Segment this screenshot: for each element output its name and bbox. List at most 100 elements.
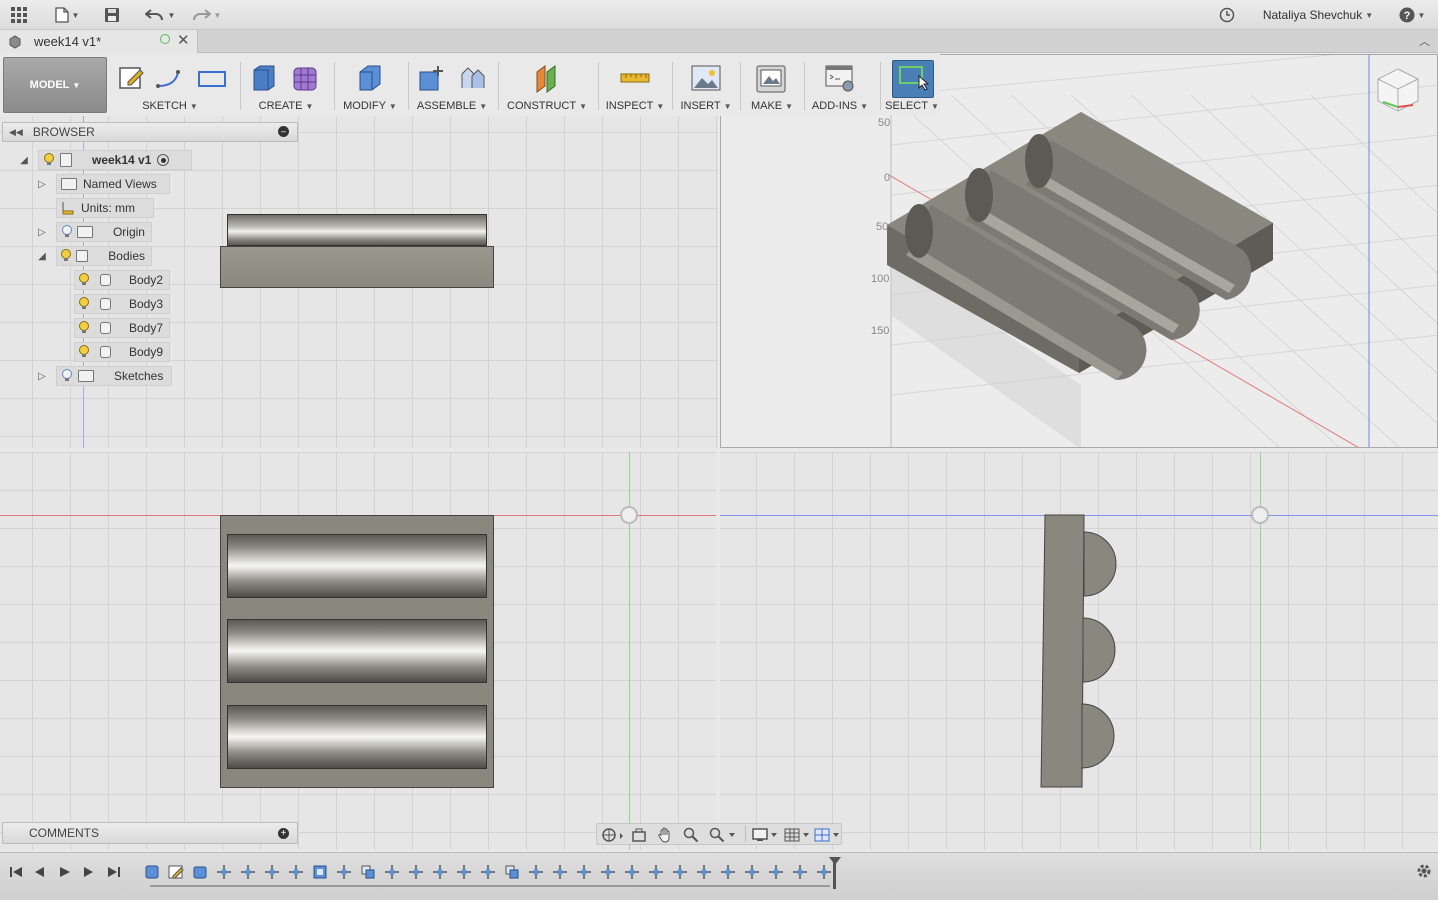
- timeline-combine-icon[interactable]: [312, 864, 328, 880]
- timeline-settings-gear-icon[interactable]: [1416, 863, 1432, 879]
- user-menu[interactable]: Nataliya Shevchuk ▼: [1262, 5, 1374, 25]
- modify-group[interactable]: MODIFY ▼: [338, 54, 402, 116]
- insert-group[interactable]: INSERT ▼: [678, 54, 734, 116]
- timeline-move-icon[interactable]: [384, 864, 400, 880]
- expand-triangle-icon[interactable]: ▷: [36, 226, 48, 238]
- add-ins-group[interactable]: ADD-INS ▼: [808, 54, 872, 116]
- help-menu[interactable]: ? ▼: [1396, 5, 1428, 25]
- undo-button[interactable]: ▼: [142, 5, 178, 25]
- step-forward-icon[interactable]: [80, 864, 96, 880]
- create-group[interactable]: CREATE ▼: [246, 54, 326, 116]
- collapse-triangle-icon[interactable]: ◢: [18, 154, 30, 166]
- timeline-move-icon[interactable]: [648, 864, 664, 880]
- collapse-tabs-icon[interactable]: ︿: [1419, 33, 1430, 49]
- timeline-copy-icon[interactable]: [504, 864, 520, 880]
- browser-item-units[interactable]: Units: mm: [56, 198, 154, 218]
- go-to-end-icon[interactable]: [106, 864, 122, 880]
- timeline-move-icon[interactable]: [240, 864, 256, 880]
- timeline-marker-head[interactable]: [829, 857, 841, 865]
- timeline-move-icon[interactable]: [528, 864, 544, 880]
- collapse-browser-icon[interactable]: ◀◀: [9, 127, 23, 138]
- timeline-move-icon[interactable]: [696, 864, 712, 880]
- browser-root-node[interactable]: week14 v1: [38, 150, 192, 170]
- browser-item-bodies[interactable]: Bodies: [56, 246, 152, 266]
- activate-radio-icon[interactable]: [157, 154, 170, 166]
- document-tab[interactable]: week14 v1* ✕: [0, 30, 198, 53]
- play-icon[interactable]: [56, 864, 72, 880]
- timeline-move-icon[interactable]: [264, 864, 280, 880]
- timeline-move-icon[interactable]: [456, 864, 472, 880]
- viewport-side[interactable]: [720, 452, 1438, 850]
- timeline-move-icon[interactable]: [552, 864, 568, 880]
- light-bulb-on-icon[interactable]: [78, 273, 90, 287]
- add-comment-icon[interactable]: +: [278, 828, 289, 839]
- side-profile: [1040, 514, 1117, 788]
- step-back-icon[interactable]: [32, 864, 48, 880]
- assemble-group[interactable]: ASSEMBLE ▼: [414, 54, 490, 116]
- close-tab-icon[interactable]: ✕: [177, 31, 190, 49]
- timeline-move-icon[interactable]: [816, 864, 832, 880]
- display-settings-icon[interactable]: [751, 827, 779, 843]
- timeline-move-icon[interactable]: [720, 864, 736, 880]
- timeline-move-icon[interactable]: [216, 864, 232, 880]
- expand-triangle-icon[interactable]: ▷: [36, 370, 48, 382]
- pan-hand-icon[interactable]: [657, 827, 673, 843]
- fit-zoom-icon[interactable]: [709, 827, 737, 843]
- light-bulb-on-icon[interactable]: [78, 321, 90, 335]
- timeline-move-icon[interactable]: [600, 864, 616, 880]
- comments-panel-header[interactable]: COMMENTS +: [2, 822, 298, 844]
- timeline-move-icon[interactable]: [744, 864, 760, 880]
- timeline-move-icon[interactable]: [768, 864, 784, 880]
- light-bulb-on-icon[interactable]: [60, 249, 72, 263]
- timeline-move-icon[interactable]: [336, 864, 352, 880]
- browser-panel-header[interactable]: ◀◀ BROWSER –: [2, 122, 298, 142]
- history-clock-icon[interactable]: [1216, 5, 1238, 25]
- timeline-sketch-icon[interactable]: [168, 864, 184, 880]
- sketch-group[interactable]: SKETCH ▼: [112, 54, 228, 116]
- file-menu-button[interactable]: ▼: [52, 5, 82, 25]
- timeline-move-icon[interactable]: [288, 864, 304, 880]
- browser-item-body3[interactable]: Body3: [74, 294, 170, 314]
- viewports-icon[interactable]: [813, 827, 841, 843]
- timeline-move-icon[interactable]: [576, 864, 592, 880]
- go-to-start-icon[interactable]: [8, 864, 24, 880]
- browser-item-origin[interactable]: Origin: [56, 222, 152, 242]
- view-cube[interactable]: [1373, 67, 1423, 115]
- look-at-icon[interactable]: [631, 827, 647, 843]
- expand-triangle-icon[interactable]: ▷: [36, 178, 48, 190]
- light-bulb-on-icon[interactable]: [78, 297, 90, 311]
- construct-group[interactable]: CONSTRUCT ▼: [504, 54, 590, 116]
- orbit-icon[interactable]: [601, 827, 625, 843]
- light-bulb-on-icon[interactable]: [78, 345, 90, 359]
- origin-marker: [1251, 506, 1269, 524]
- browser-item-body7[interactable]: Body7: [74, 318, 170, 338]
- light-bulb-off-icon[interactable]: [60, 225, 73, 239]
- timeline-move-icon[interactable]: [480, 864, 496, 880]
- collapse-triangle-icon[interactable]: ◢: [36, 250, 48, 262]
- timeline-extrude-icon[interactable]: [192, 864, 208, 880]
- timeline-move-icon[interactable]: [408, 864, 424, 880]
- timeline-move-icon[interactable]: [624, 864, 640, 880]
- viewport-top[interactable]: [0, 452, 716, 850]
- save-icon[interactable]: [102, 5, 122, 25]
- grid-settings-icon[interactable]: [783, 827, 811, 843]
- browser-item-body2[interactable]: Body2: [74, 270, 170, 290]
- apps-grid-icon[interactable]: [8, 5, 30, 25]
- workspace-switcher[interactable]: MODEL ▼: [3, 57, 107, 113]
- zoom-icon[interactable]: [683, 827, 699, 843]
- browser-item-named-views[interactable]: Named Views: [56, 174, 170, 194]
- timeline-move-icon[interactable]: [672, 864, 688, 880]
- timeline-move-icon[interactable]: [432, 864, 448, 880]
- browser-options-icon[interactable]: –: [278, 126, 289, 137]
- timeline-body-icon[interactable]: [144, 864, 160, 880]
- redo-button[interactable]: ▼: [188, 5, 224, 25]
- timeline-copy-icon[interactable]: [360, 864, 376, 880]
- light-bulb-on-icon[interactable]: [42, 153, 56, 167]
- timeline-move-icon[interactable]: [792, 864, 808, 880]
- light-bulb-off-icon[interactable]: [60, 369, 74, 383]
- select-group[interactable]: SELECT ▼: [884, 54, 940, 116]
- make-group[interactable]: MAKE ▼: [746, 54, 798, 116]
- browser-item-sketches[interactable]: Sketches: [56, 366, 172, 386]
- browser-item-body9[interactable]: Body9: [74, 342, 170, 362]
- inspect-group[interactable]: INSPECT ▼: [604, 54, 666, 116]
